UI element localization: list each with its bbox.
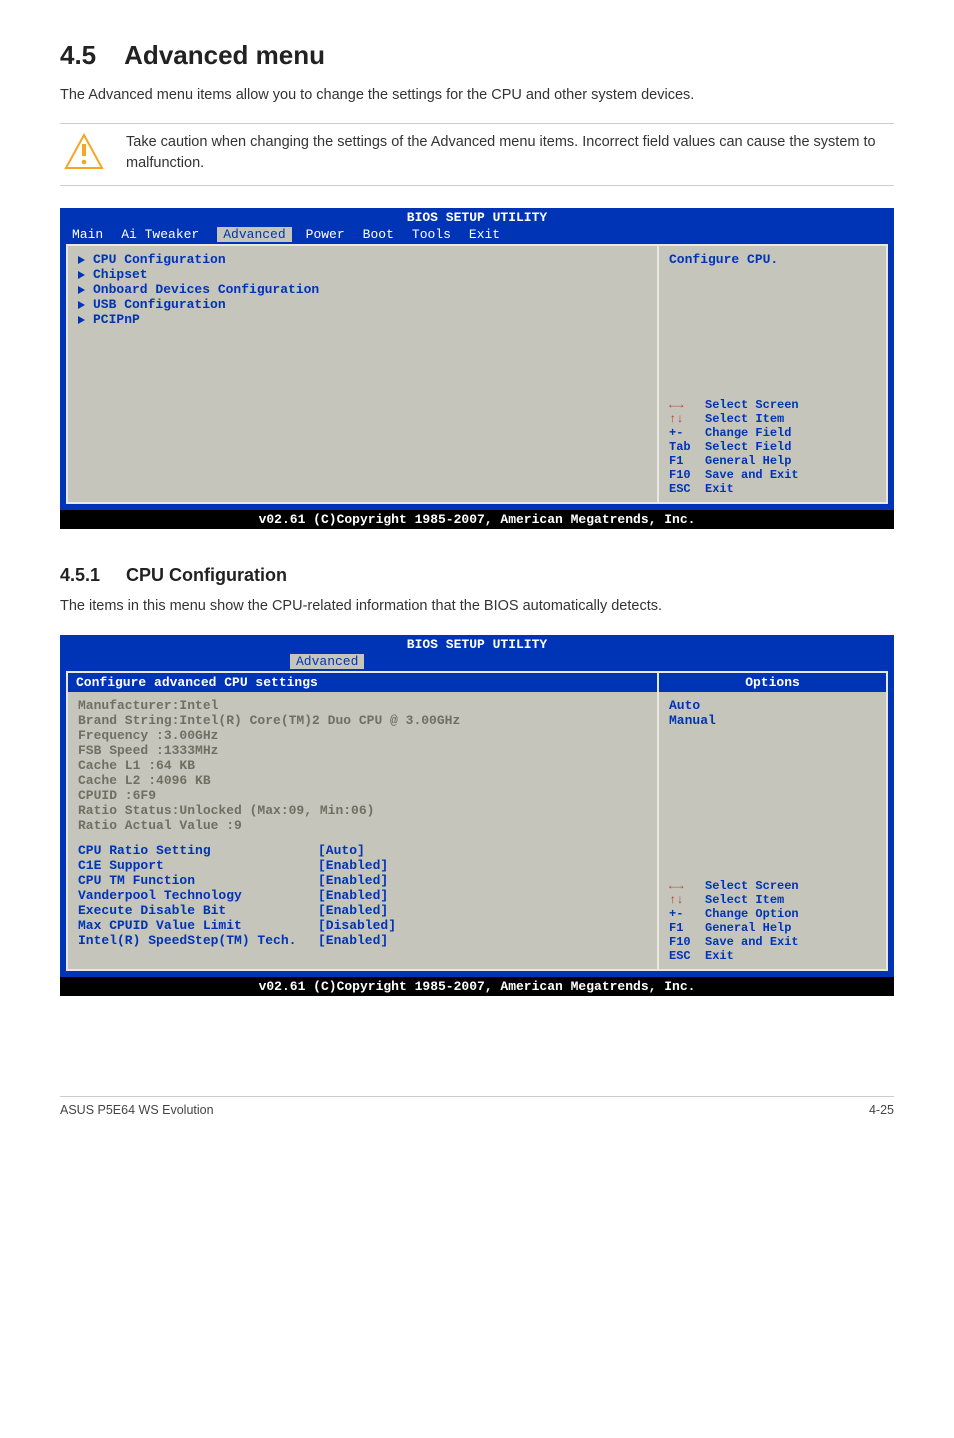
bios-menu-list: CPU Configuration Chipset Onboard Device…: [66, 244, 658, 504]
intro-text: The Advanced menu items allow you to cha…: [60, 85, 894, 105]
bios-tab: Exit: [469, 227, 518, 242]
bios-setting-row: Intel(R) SpeedStep(TM) Tech.[Enabled]: [78, 933, 647, 948]
bios-pane-heading: Configure advanced CPU settings: [68, 673, 657, 692]
bios-setting-row: CPU TM Function[Enabled]: [78, 873, 647, 888]
bios-tab: Power: [292, 227, 363, 242]
footer-right: 4-25: [869, 1103, 894, 1117]
bios-setting-row: Max CPUID Value Limit[Disabled]: [78, 918, 647, 933]
bios-tab: Boot: [363, 227, 412, 242]
bios-footer: v02.61 (C)Copyright 1985-2007, American …: [60, 977, 894, 996]
triangle-icon: [78, 316, 85, 324]
bios-tab: Ai Tweaker: [121, 227, 217, 242]
bios-tab-active: Advanced: [217, 227, 291, 242]
bios-menu-item: PCIPnP: [78, 312, 647, 327]
bios-tab: Main: [72, 227, 121, 242]
caution-text: Take caution when changing the settings …: [126, 132, 890, 173]
section-name: Advanced menu: [124, 40, 325, 70]
bios-screenshot-advanced: BIOS SETUP UTILITY Main Ai Tweaker Advan…: [60, 208, 894, 529]
subsection-name: CPU Configuration: [126, 565, 287, 585]
subsection-intro: The items in this menu show the CPU-rela…: [60, 596, 894, 616]
triangle-icon: [78, 301, 85, 309]
bios-key-legend: ←→ Select Screen ↑↓ Select Item +- Chang…: [669, 398, 876, 496]
footer-left: ASUS P5E64 WS Evolution: [60, 1103, 214, 1117]
cpu-info-line: Frequency :3.00GHz: [78, 728, 647, 743]
options-title: Options: [659, 673, 886, 692]
cpu-info-line: CPUID :6F9: [78, 788, 647, 803]
bios-menu-item: USB Configuration: [78, 297, 647, 312]
bios-screenshot-cpu-config: BIOS SETUP UTILITY Advanced Configure ad…: [60, 635, 894, 996]
warning-icon: [64, 132, 104, 177]
cpu-info-line: Brand String:Intel(R) Core(TM)2 Duo CPU …: [78, 713, 647, 728]
bios-setting-row: Execute Disable Bit[Enabled]: [78, 903, 647, 918]
bios-header: BIOS SETUP UTILITY: [60, 635, 894, 652]
cpu-info-line: Manufacturer:Intel: [78, 698, 647, 713]
subsection-title: 4.5.1 CPU Configuration: [60, 565, 894, 586]
bios-header: BIOS SETUP UTILITY: [60, 208, 894, 225]
bios-menu-item: Chipset: [78, 267, 647, 282]
bios-menu-item: CPU Configuration: [78, 252, 647, 267]
cpu-info-line: Cache L2 :4096 KB: [78, 773, 647, 788]
caution-note: Take caution when changing the settings …: [60, 123, 894, 186]
bios-key-legend: ←→ Select Screen ↑↓ Select Item +- Chang…: [669, 879, 876, 963]
triangle-icon: [78, 256, 85, 264]
bios-tab-active: Advanced: [290, 654, 364, 669]
bios-footer: v02.61 (C)Copyright 1985-2007, American …: [60, 510, 894, 529]
bios-help-text: Configure CPU.: [669, 252, 876, 267]
cpu-info-line: Ratio Actual Value :9: [78, 818, 647, 833]
section-title: 4.5 Advanced menu: [60, 40, 894, 71]
bios-setting-row: C1E Support[Enabled]: [78, 858, 647, 873]
subsection-number: 4.5.1: [60, 565, 100, 585]
bios-tab-bar: Advanced: [60, 652, 894, 671]
bios-cpu-pane: Configure advanced CPU settings Manufact…: [66, 671, 658, 971]
bios-menu-item: Onboard Devices Configuration: [78, 282, 647, 297]
triangle-icon: [78, 286, 85, 294]
bios-tab: Tools: [412, 227, 469, 242]
bios-setting-row: Vanderpool Technology[Enabled]: [78, 888, 647, 903]
bios-tab-bar: Main Ai Tweaker Advanced Power Boot Tool…: [60, 225, 894, 244]
cpu-info-line: FSB Speed :1333MHz: [78, 743, 647, 758]
section-number: 4.5: [60, 40, 96, 70]
bios-help-pane: Options Auto Manual ←→ Select Screen ↑↓ …: [658, 671, 888, 971]
option-value: Auto: [669, 698, 876, 713]
bios-help-pane: Configure CPU. ←→ Select Screen ↑↓ Selec…: [658, 244, 888, 504]
bios-setting-row: CPU Ratio Setting[Auto]: [78, 843, 647, 858]
cpu-info-line: Cache L1 :64 KB: [78, 758, 647, 773]
page-footer: ASUS P5E64 WS Evolution 4-25: [60, 1096, 894, 1117]
cpu-info-line: Ratio Status:Unlocked (Max:09, Min:06): [78, 803, 647, 818]
triangle-icon: [78, 271, 85, 279]
option-value: Manual: [669, 713, 876, 728]
